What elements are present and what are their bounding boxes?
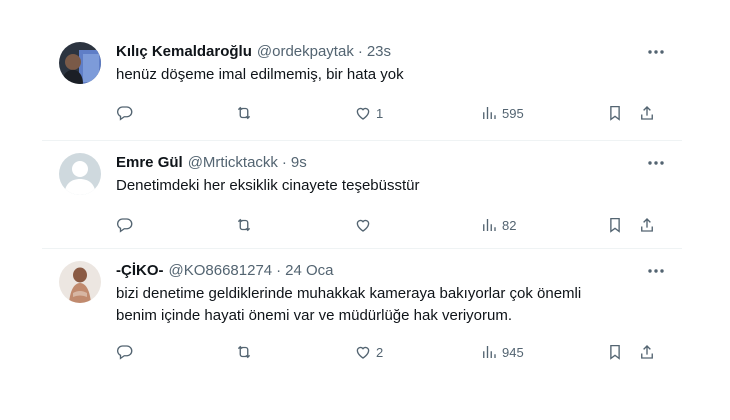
tweet[interactable]: Emre Gül @Mrticktackk · 9s Denetimdeki h… (42, 141, 682, 249)
tweet-content: Emre Gül @Mrticktackk · 9s Denetimdeki h… (116, 152, 670, 197)
bookmark-icon (606, 343, 624, 361)
bookmark-icon (606, 216, 624, 234)
share-icon (638, 104, 656, 122)
retweet-icon (235, 343, 253, 361)
author-name[interactable]: Emre Gül (116, 154, 183, 171)
author-handle[interactable]: @Mrticktackk (188, 154, 278, 171)
more-dots-icon[interactable] (644, 43, 668, 61)
like-button[interactable]: 2 (354, 340, 383, 364)
more-dots-icon[interactable] (644, 154, 668, 172)
action-bar: 2 945 (116, 340, 670, 364)
action-bar: 1 595 (116, 101, 670, 125)
reply-button[interactable] (116, 101, 138, 125)
like-button[interactable] (354, 213, 376, 237)
separator-dot: · (357, 42, 363, 60)
timestamp[interactable]: 9s (291, 154, 307, 171)
bookmark-button[interactable] (606, 101, 624, 125)
avatar[interactable] (59, 42, 101, 84)
retweet-icon (235, 216, 253, 234)
share-button[interactable] (638, 101, 656, 125)
views-chart-icon (480, 216, 498, 234)
retweet-button[interactable] (235, 101, 257, 125)
author-name[interactable]: -ÇİKO- (116, 262, 164, 279)
avatar[interactable] (59, 261, 101, 303)
avatar[interactable] (59, 153, 101, 195)
timestamp[interactable]: 23s (367, 43, 391, 60)
heart-icon (354, 104, 372, 122)
views-count: 945 (502, 344, 524, 360)
separator-dot: · (276, 261, 282, 279)
reply-button[interactable] (116, 213, 138, 237)
action-bar: 82 (116, 213, 670, 237)
retweet-button[interactable] (235, 340, 257, 364)
views-chart-icon (480, 343, 498, 361)
bookmark-button[interactable] (606, 340, 624, 364)
tweet[interactable]: Kılıç Kemaldaroğlu @ordekpaytak · 23s he… (42, 30, 682, 141)
heart-icon (354, 343, 372, 361)
bookmark-button[interactable] (606, 213, 624, 237)
share-icon (638, 343, 656, 361)
author-name[interactable]: Kılıç Kemaldaroğlu (116, 43, 252, 60)
tweet-text: bizi denetime geldiklerinde muhakkak kam… (116, 285, 582, 324)
reply-icon (116, 343, 134, 361)
retweet-icon (235, 104, 253, 122)
separator-dot: · (281, 153, 287, 171)
share-icon (638, 216, 656, 234)
tweet-content: Kılıç Kemaldaroğlu @ordekpaytak · 23s he… (116, 41, 670, 86)
share-button[interactable] (638, 213, 656, 237)
like-count: 1 (376, 105, 384, 121)
tweet[interactable]: -ÇİKO- @KO86681274 · 24 Oca bizi denetim… (42, 249, 682, 374)
timestamp[interactable]: 24 Oca (285, 262, 333, 279)
tweet-feed: Kılıç Kemaldaroğlu @ordekpaytak · 23s he… (42, 30, 682, 374)
tweet-header: -ÇİKO- @KO86681274 · 24 Oca (116, 260, 670, 280)
retweet-button[interactable] (235, 213, 257, 237)
tweet-text: Denetimdeki her eksiklik cinayete teşebü… (116, 177, 420, 194)
author-handle[interactable]: @KO86681274 (169, 262, 273, 279)
views-button[interactable]: 82 (480, 213, 516, 237)
like-button[interactable]: 1 (354, 101, 383, 125)
reply-icon (116, 104, 134, 122)
share-button[interactable] (638, 340, 656, 364)
bookmark-icon (606, 104, 624, 122)
views-button[interactable]: 595 (480, 101, 524, 125)
views-chart-icon (480, 104, 498, 122)
views-count: 595 (502, 105, 524, 121)
like-count: 2 (376, 344, 384, 360)
tweet-text: henüz döşeme imal edilmemiş, bir hata yo… (116, 66, 404, 83)
views-button[interactable]: 945 (480, 340, 524, 364)
reply-icon (116, 216, 134, 234)
views-count: 82 (502, 217, 517, 233)
tweet-content: -ÇİKO- @KO86681274 · 24 Oca bizi denetim… (116, 260, 670, 327)
author-handle[interactable]: @ordekpaytak (257, 43, 354, 60)
tweet-header: Emre Gül @Mrticktackk · 9s (116, 152, 670, 172)
reply-button[interactable] (116, 340, 138, 364)
tweet-header: Kılıç Kemaldaroğlu @ordekpaytak · 23s (116, 41, 670, 61)
heart-icon (354, 216, 372, 234)
more-dots-icon[interactable] (644, 262, 668, 280)
